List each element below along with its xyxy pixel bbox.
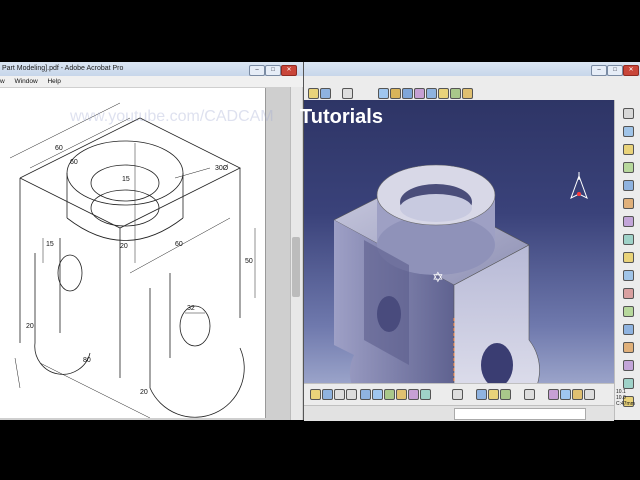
tool-hole-icon[interactable] [623,180,634,191]
toolbar-icon-1[interactable] [308,88,319,99]
cursor-star-icon: ✡ [432,269,444,285]
catia-close-button[interactable]: ✕ [623,65,639,76]
update-icon[interactable] [452,389,463,400]
view-icon-8[interactable] [462,88,473,99]
render-icon[interactable] [548,389,559,400]
iso-view-icon[interactable] [372,389,383,400]
tool-fillet-icon[interactable] [623,216,634,227]
acrobat-menu-bar: w Window Help [0,76,303,87]
watermark-ghost: www.youtube.com/CADCAM [70,108,274,125]
bottom-toolbar [304,383,614,406]
dim-32: 32 [187,305,195,312]
dim-15-b: 15 [46,241,54,248]
menu-item-window[interactable]: Window [15,78,38,85]
3d-viewport[interactable]: ✡ [304,100,614,383]
pdf-page: 60 60 15 30Ø 15 20 60 50 32 20 80 20 [0,88,266,419]
view-icon-7[interactable] [450,88,461,99]
coord-extra: C:47mm [616,401,635,407]
tool-shaft-icon[interactable] [623,144,634,155]
view-icon-4[interactable] [414,88,425,99]
tool-rib-icon[interactable] [623,198,634,209]
dim-50: 50 [245,258,253,265]
tool-draft-icon[interactable] [623,252,634,263]
view-icon-3[interactable] [402,88,413,99]
minimize-button[interactable]: – [249,65,265,76]
camera-icon[interactable] [524,389,535,400]
material-icon[interactable] [560,389,571,400]
tool-mirror-icon[interactable] [623,306,634,317]
tool-groove-icon[interactable] [623,162,634,173]
dim-20-b: 20 [26,323,34,330]
zoom-out-icon[interactable] [346,389,357,400]
scrollbar-thumb[interactable] [292,237,300,297]
tool-pattern-icon[interactable] [623,324,634,335]
dim-20-c: 20 [140,389,148,396]
acrobat-title: Part Modeling].pdf - Adobe Acrobat Pro [2,65,124,72]
catia-title-bar [304,62,640,76]
catia-maximize-button[interactable]: □ [607,65,623,76]
coord-readout: 10.1 10.0 C:47mm [616,389,635,407]
constraint-icon[interactable] [476,389,487,400]
dim-30-dia: 30Ø [215,165,229,172]
properties-icon[interactable] [420,389,431,400]
catia-minimize-button[interactable]: – [591,65,607,76]
fly-icon[interactable] [322,389,333,400]
select-icon[interactable] [310,389,321,400]
hide-show-icon[interactable] [396,389,407,400]
watermark: www.youtube.com/CADCAM Tutorials [70,106,383,129]
view-icon-2[interactable] [390,88,401,99]
compass-icon[interactable] [570,172,588,200]
dim-60-a: 60 [55,145,63,152]
dim-15-a: 15 [122,176,130,183]
shading-icon[interactable] [384,389,395,400]
plane-icon[interactable] [500,389,511,400]
grid-icon[interactable] [584,389,595,400]
status-bar [304,405,614,421]
fit-all-icon[interactable] [342,88,353,99]
tool-pocket-icon[interactable] [623,126,634,137]
top-toolbar [304,86,640,101]
tool-scale-icon[interactable] [623,342,634,353]
tool-thread-icon[interactable] [623,288,634,299]
close-button[interactable]: ✕ [281,65,297,76]
command-input[interactable] [454,408,586,420]
catia-menu-strip [304,76,640,86]
dim-20-a: 20 [120,243,128,250]
menu-item-view[interactable]: w [0,78,5,85]
dim-60-b: 60 [70,159,78,166]
tool-measure-icon[interactable] [623,378,634,389]
dim-80: 80 [83,357,91,364]
view-icon-1[interactable] [378,88,389,99]
tool-sketch-icon[interactable] [623,360,634,371]
vertical-scrollbar[interactable] [290,87,302,420]
watermark-text: Tutorials [300,106,383,128]
right-toolbar [614,100,640,420]
menu-item-help[interactable]: Help [47,78,60,85]
isometric-drawing: 60 60 15 30Ø 15 20 60 50 32 20 80 20 [9,102,256,419]
view-icon-5[interactable] [426,88,437,99]
tool-pad-icon[interactable] [623,108,634,119]
part-model: ✡ [333,164,588,383]
axis-icon[interactable] [488,389,499,400]
zoom-in-icon[interactable] [334,389,345,400]
snap-icon[interactable] [572,389,583,400]
tool-shell-icon[interactable] [623,270,634,281]
normal-view-icon[interactable] [360,389,371,400]
tool-chamfer-icon[interactable] [623,234,634,245]
maximize-button[interactable]: □ [265,65,281,76]
swap-icon[interactable] [408,389,419,400]
toolbar-icon-2[interactable] [320,88,331,99]
dim-60-c: 60 [175,241,183,248]
view-icon-6[interactable] [438,88,449,99]
